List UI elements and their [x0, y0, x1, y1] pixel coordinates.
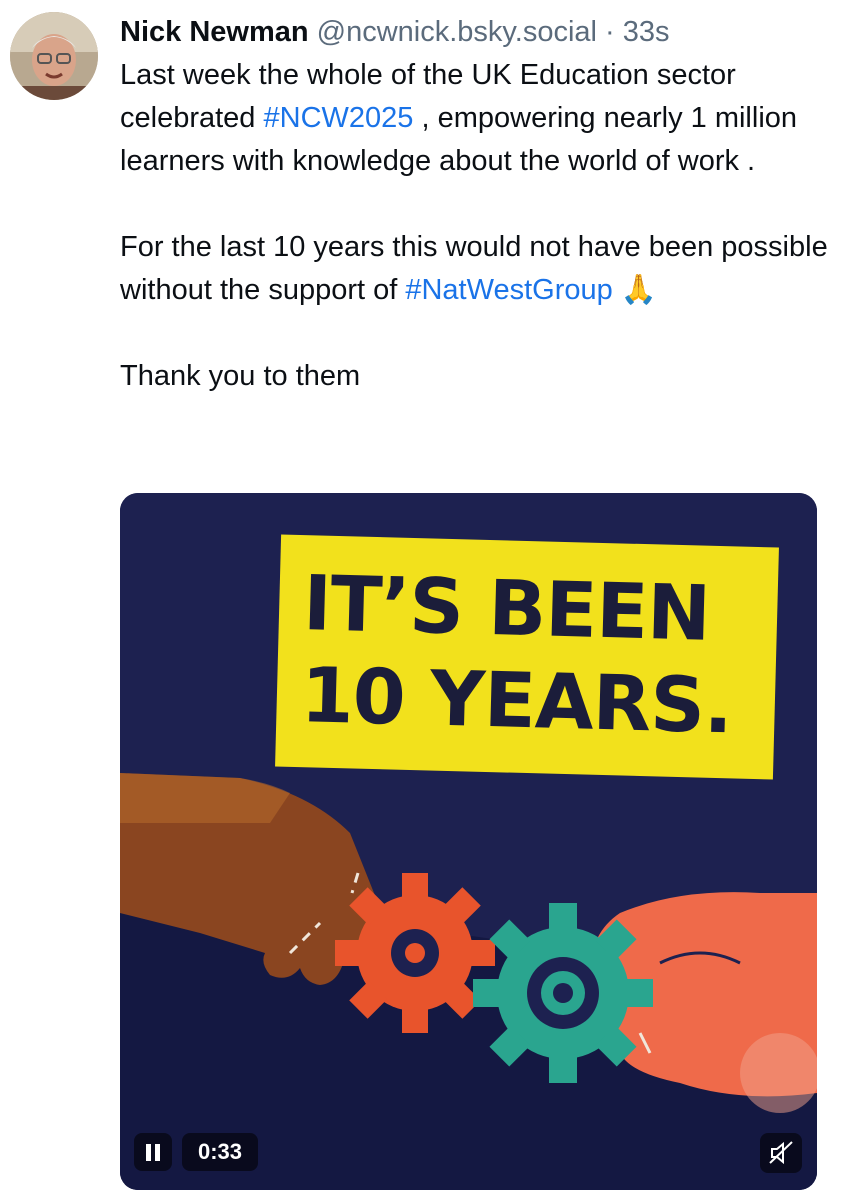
author-handle[interactable]: @ncwnick.bsky.social: [317, 16, 597, 48]
author-avatar[interactable]: [10, 12, 98, 100]
hashtag-ncw2025-link[interactable]: #NCW2025: [264, 102, 414, 134]
post: Nick Newman @ncwnick.bsky.social · 33s L…: [120, 12, 840, 398]
pause-button[interactable]: [134, 1133, 172, 1171]
post-header: Nick Newman @ncwnick.bsky.social · 33s: [120, 12, 840, 52]
post-timestamp[interactable]: 33s: [623, 16, 670, 48]
paragraph-2: For the last 10 years this would not hav…: [120, 226, 840, 312]
headline-banner: IT’S BEEN 10 YEARS.: [275, 534, 779, 780]
avatar-photo: [10, 12, 98, 100]
muted-speaker-icon: [769, 1141, 793, 1165]
video-player[interactable]: IT’S BEEN 10 YEARS. 0:33: [120, 493, 817, 1190]
mute-toggle-button[interactable]: [760, 1133, 802, 1173]
pause-icon: [146, 1144, 151, 1161]
hashtag-natwestgroup-link[interactable]: #NatWestGroup: [405, 274, 612, 306]
post-body: Last week the whole of the UK Education …: [120, 54, 840, 398]
paragraph-1: Last week the whole of the UK Education …: [120, 54, 840, 183]
headline-line-1: IT’S BEEN: [302, 558, 711, 658]
teal-gear-shape: [473, 903, 653, 1083]
author-name[interactable]: Nick Newman: [120, 16, 309, 48]
pause-icon-bar: [155, 1144, 160, 1161]
folded-hands-emoji: 🙏: [620, 274, 657, 306]
separator-dot: ·: [605, 16, 615, 48]
video-headline: IT’S BEEN 10 YEARS.: [300, 557, 736, 752]
orange-gear-shape: [335, 873, 495, 1033]
paragraph-3: Thank you to them: [120, 360, 361, 392]
headline-line-2: 10 YEARS.: [299, 650, 734, 751]
